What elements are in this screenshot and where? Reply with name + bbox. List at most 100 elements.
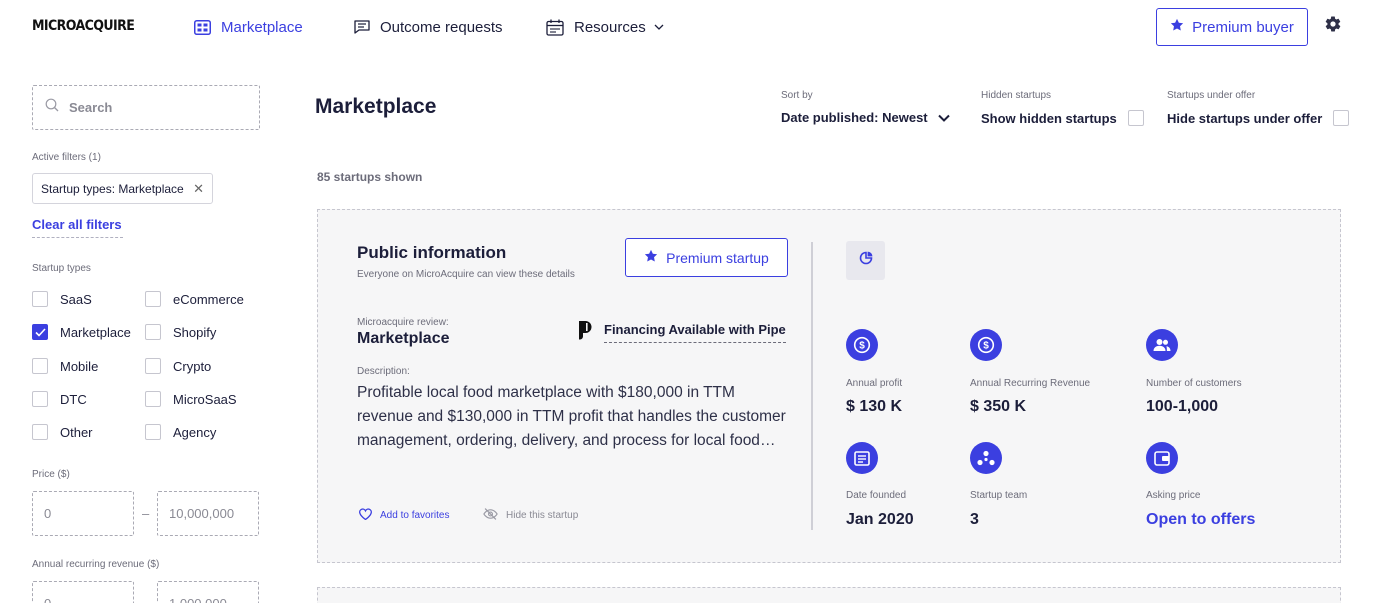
nav-resources[interactable]: Resources [546,16,664,38]
card-title: Public information [357,243,507,262]
nav-marketplace-label: Marketplace [221,18,303,36]
checkbox-box[interactable] [145,291,161,307]
logo[interactable]: MICROACQUIRE [32,18,135,34]
financing-link[interactable]: Financing Available with Pipe [577,320,786,345]
metric-label: Annual Recurring Revenue [970,378,1091,389]
checkbox-agency[interactable]: Agency [145,424,216,440]
review-value: Marketplace [357,330,450,347]
active-filters-label: Active filters (1) [32,152,101,163]
chevron-down-icon [937,110,950,125]
premium-startup-label: Premium startup [666,249,769,266]
check-icon [34,327,46,337]
description-label: Description: [357,366,410,377]
close-icon[interactable]: ✕ [193,181,204,197]
checkbox-label: Shopify [173,324,217,340]
financing-label: Financing Available with Pipe [604,322,786,343]
checkbox-dtc[interactable]: DTC [32,391,87,407]
nav-marketplace[interactable]: Marketplace [194,16,303,38]
message-icon [354,20,370,34]
svg-text:$: $ [859,341,865,352]
search-input[interactable] [69,100,239,115]
checkbox-box[interactable] [32,324,48,340]
checkbox-box[interactable] [145,324,161,340]
active-filter-chip-label: Startup types: Marketplace [41,181,184,196]
range-dash: – [142,596,149,603]
star-icon [1170,18,1184,36]
clear-all-filters-link[interactable]: Clear all filters [32,217,123,238]
checkbox-box[interactable] [32,291,48,307]
dollar-coin-icon: $ [846,329,878,361]
metric-value: $ 130 K [846,398,903,415]
arr-max-input[interactable]: 1,000,000 [157,581,259,603]
price-label: Price ($) [32,469,70,480]
calendar-doc-icon [846,442,878,474]
premium-startup-button[interactable]: Premium startup [625,238,788,277]
asking-price-link[interactable]: Open to offers [1146,511,1255,529]
sort-value: Date published: Newest [781,110,928,125]
checkbox-box[interactable] [145,424,161,440]
hide-startup-label: Hide this startup [506,510,579,521]
price-max-input[interactable]: 10,000,000 [157,491,259,536]
arr-label: Annual recurring revenue ($) [32,559,160,570]
premium-buyer-button[interactable]: Premium buyer [1156,8,1308,46]
checkbox-label: Marketplace [60,324,131,340]
price-min-input[interactable]: 0 [32,491,134,536]
checkbox-label: SaaS [60,291,92,307]
add-to-favorites-button[interactable]: Add to favorites [359,508,449,523]
checkbox-shopify[interactable]: Shopify [145,324,216,340]
checkbox-crypto[interactable]: Crypto [145,358,211,374]
startup-card[interactable] [317,587,1341,603]
metric-label: Asking price [1146,490,1201,501]
metric-value: 100-1,000 [1146,398,1219,415]
checkbox-mobile[interactable]: Mobile [32,358,98,374]
add-to-favorites-label: Add to favorites [380,510,450,521]
metric-value: 3 [970,511,979,528]
under-offer-label: Startups under offer [1167,90,1256,101]
page-title: Marketplace [315,95,437,118]
card-subtitle: Everyone on MicroAcquire can view these … [357,269,575,280]
eye-off-icon [483,508,498,523]
review-label: Microacquire review: [357,317,449,328]
nav-outcome-requests[interactable]: Outcome requests [354,16,503,38]
chart-button[interactable] [846,241,885,280]
metric-label: Date founded [846,490,907,501]
wallet-icon [1146,442,1178,474]
checkbox-box[interactable] [32,358,48,374]
checkbox-microsaas[interactable]: MicroSaaS [145,391,237,407]
checkbox-other[interactable]: Other [32,424,93,440]
hide-startup-button[interactable]: Hide this startup [483,508,578,523]
hide-under-offer-checkbox[interactable] [1333,110,1350,126]
description-text: Profitable local food marketplace with $… [357,384,786,449]
gear-icon[interactable] [1324,15,1342,33]
show-hidden-checkbox[interactable] [1127,110,1144,126]
card-divider [811,242,813,530]
checkbox-box[interactable] [32,424,48,440]
sort-dropdown[interactable]: Date published: Newest [781,110,950,125]
search-field[interactable] [32,85,260,130]
metric-label: Number of customers [1146,378,1242,389]
hidden-startups-label: Hidden startups [981,90,1052,101]
pipe-logo-icon [577,320,594,345]
checkbox-box[interactable] [145,391,161,407]
hide-under-offer-toggle[interactable]: Hide startups under offer [1167,110,1350,126]
search-icon [45,98,59,117]
show-hidden-toggle[interactable]: Show hidden startups [981,110,1144,126]
checkbox-saas[interactable]: SaaS [32,291,92,307]
heart-icon [359,508,372,523]
checkbox-ecommerce[interactable]: eCommerce [145,291,244,307]
metric-value: $ 350 K [970,398,1027,415]
dollar-coin-icon: $ [970,329,1002,361]
range-dash: – [142,506,150,521]
arr-min-input[interactable]: 0 [32,581,134,603]
calendar-icon [546,19,564,36]
nav-outcome-requests-label: Outcome requests [380,18,503,36]
checkbox-box[interactable] [32,391,48,407]
startup-card[interactable]: Public information Everyone on MicroAcqu… [317,209,1341,563]
checkbox-label: MicroSaaS [173,391,237,407]
grid-icon [194,19,211,35]
checkbox-marketplace[interactable]: Marketplace [32,324,131,340]
checkbox-box[interactable] [145,358,161,374]
sort-label: Sort by [781,90,813,101]
show-hidden-label: Show hidden startups [981,110,1117,126]
checkbox-label: Mobile [60,358,99,374]
